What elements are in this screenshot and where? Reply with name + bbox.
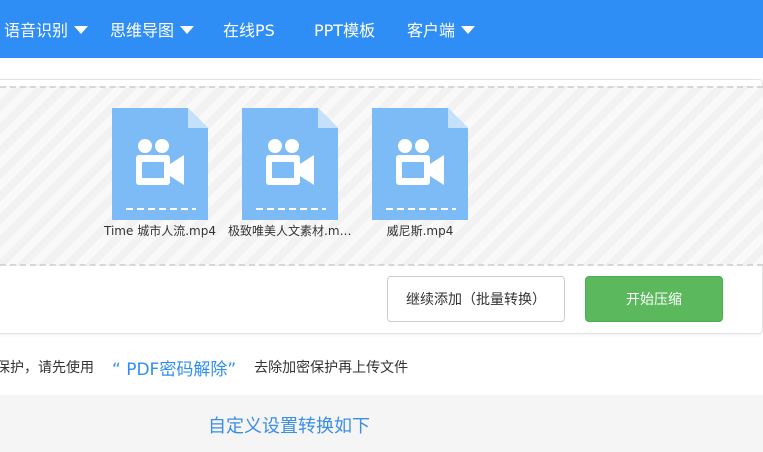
start-compress-button[interactable]: 开始压缩 — [585, 276, 723, 322]
notice-suffix: 去除加密保护再上传文件 — [254, 360, 409, 376]
file-name: 威尼斯.mp4 — [386, 224, 454, 238]
nav-item-mind-map[interactable]: 思维导图 — [110, 0, 195, 58]
video-file-icon — [372, 108, 468, 220]
file-name: Time 城市人流.mp4 — [104, 224, 216, 238]
video-file-icon — [112, 108, 208, 220]
notice-prefix: 保护，请先使用 — [0, 360, 94, 376]
nav-item-label: 在线PS — [223, 21, 275, 40]
chevron-down-icon — [74, 26, 89, 34]
file-card[interactable]: 威尼斯.mp4 — [364, 106, 476, 246]
nav-item-label: 客户端 — [407, 21, 456, 40]
settings-title: 自定义设置转换如下 — [208, 416, 370, 437]
nav-item-label: 思维导图 — [110, 21, 175, 40]
file-name: 极致唯美人文素材.mp4 — [228, 224, 352, 238]
continue-add-button[interactable]: 继续添加（批量转换） — [387, 276, 565, 322]
custom-settings-bar: 自定义设置转换如下 — [0, 395, 763, 452]
nav-item-client[interactable]: 客户端 — [407, 0, 476, 58]
nav-item-online-ps[interactable]: 在线PS — [223, 0, 275, 58]
video-file-icon — [242, 108, 338, 220]
encryption-notice: 保护，请先使用 “ PDF密码解除” 去除加密保护再上传文件 — [0, 352, 408, 382]
file-card[interactable]: 极致唯美人文素材.mp4 — [228, 106, 352, 246]
nav-item-speech-recognition[interactable]: 语音识别 — [4, 0, 89, 58]
nav-item-label: 语音识别 — [4, 21, 69, 40]
top-nav: 语音识别 思维导图 在线PS PPT模板 客户端 — [0, 0, 763, 58]
nav-item-label: PPT模板 — [314, 21, 376, 40]
chevron-down-icon — [180, 26, 195, 34]
chevron-down-icon — [461, 26, 476, 34]
pdf-password-remove-link[interactable]: “ PDF密码解除” — [112, 355, 236, 380]
nav-item-ppt-templates[interactable]: PPT模板 — [314, 0, 375, 58]
file-card[interactable]: Time 城市人流.mp4 — [104, 106, 216, 246]
